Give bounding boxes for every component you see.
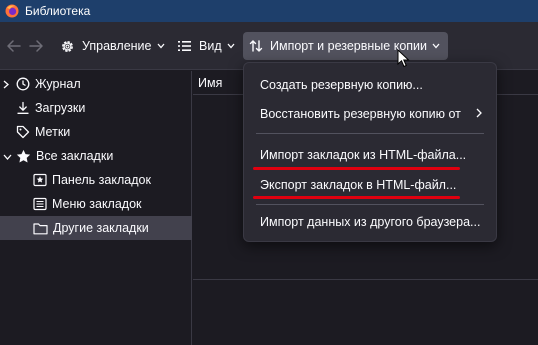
menu-item-create-backup[interactable]: Создать резервную копию...	[244, 71, 496, 99]
menu-separator	[256, 133, 484, 134]
manage-label: Управление	[82, 39, 152, 53]
clock-icon	[16, 77, 30, 91]
sidebar-item-history[interactable]: Журнал	[0, 72, 192, 96]
sidebar-item-label: Меню закладок	[52, 197, 142, 211]
sidebar-item-tags[interactable]: Метки	[0, 120, 192, 144]
chevron-down-icon	[432, 43, 440, 49]
list-icon	[178, 40, 192, 52]
sidebar-item-label: Другие закладки	[53, 221, 149, 235]
import-backup-menu: Создать резервную копию... Восстановить …	[243, 62, 497, 242]
import-backup-button[interactable]: Импорт и резервные копии	[243, 32, 449, 60]
menu-item-export-html[interactable]: Экспорт закладок в HTML-файл...	[244, 171, 496, 199]
bookmark-toolbar-icon	[33, 173, 47, 187]
menu-item-label: Экспорт закладок в HTML-файл...	[260, 178, 457, 192]
sidebar-item-bookmarks-menu[interactable]: Меню закладок	[0, 192, 192, 216]
red-underline-annotation	[253, 167, 460, 170]
tag-icon	[16, 125, 30, 139]
gear-icon	[60, 39, 75, 54]
menu-item-label: Импорт закладок из HTML-файла...	[260, 148, 467, 162]
chevron-down-icon	[157, 43, 165, 49]
bookmark-menu-icon	[33, 197, 47, 211]
sort-arrows-icon	[249, 39, 263, 53]
column-name-label: Имя	[198, 75, 223, 90]
sidebar-item-downloads[interactable]: Загрузки	[0, 96, 192, 120]
library-window: Библиотека Управление Вид Импорт и резер…	[0, 0, 538, 345]
chevron-down-icon	[227, 43, 235, 49]
sidebar-item-all-bookmarks[interactable]: Все закладки	[0, 144, 192, 168]
title-bar: Библиотека	[0, 0, 538, 22]
sidebar-tree: Журнал Загрузки Метки Все закладки Панел…	[0, 71, 192, 345]
view-label: Вид	[199, 39, 222, 53]
sidebar-item-label: Панель закладок	[52, 173, 151, 187]
star-icon	[16, 149, 31, 164]
mouse-cursor-icon	[397, 49, 410, 68]
sidebar-item-other-bookmarks[interactable]: Другие закладки	[0, 216, 192, 240]
manage-button[interactable]: Управление	[54, 32, 171, 60]
menu-separator	[256, 204, 484, 205]
chevron-down-icon[interactable]	[3, 154, 12, 160]
back-arrow-icon[interactable]	[6, 39, 22, 53]
chevron-right-icon[interactable]	[3, 80, 9, 89]
list-divider	[193, 279, 538, 280]
sidebar-item-label: Все закладки	[36, 149, 114, 163]
chevron-right-icon	[476, 108, 482, 118]
menu-item-label: Восстановить резервную копию от	[260, 107, 461, 121]
sidebar-item-bookmarks-toolbar[interactable]: Панель закладок	[0, 168, 192, 192]
menu-item-import-other-browser[interactable]: Импорт данных из другого браузера...	[244, 208, 496, 236]
menu-item-import-html[interactable]: Импорт закладок из HTML-файла...	[244, 141, 496, 169]
firefox-icon	[5, 4, 19, 18]
menu-item-label: Импорт данных из другого браузера...	[260, 215, 481, 229]
view-button[interactable]: Вид	[172, 32, 241, 60]
download-icon	[16, 101, 30, 115]
sidebar-item-label: Загрузки	[35, 101, 86, 115]
sidebar-item-label: Журнал	[35, 77, 81, 91]
folder-icon	[33, 222, 48, 235]
menu-item-label: Создать резервную копию...	[260, 78, 423, 92]
forward-arrow-icon[interactable]	[28, 39, 44, 53]
sidebar-item-label: Метки	[35, 125, 71, 139]
window-title: Библиотека	[25, 4, 91, 18]
menu-item-restore-backup[interactable]: Восстановить резервную копию от	[244, 100, 496, 128]
red-underline-annotation	[253, 196, 460, 199]
